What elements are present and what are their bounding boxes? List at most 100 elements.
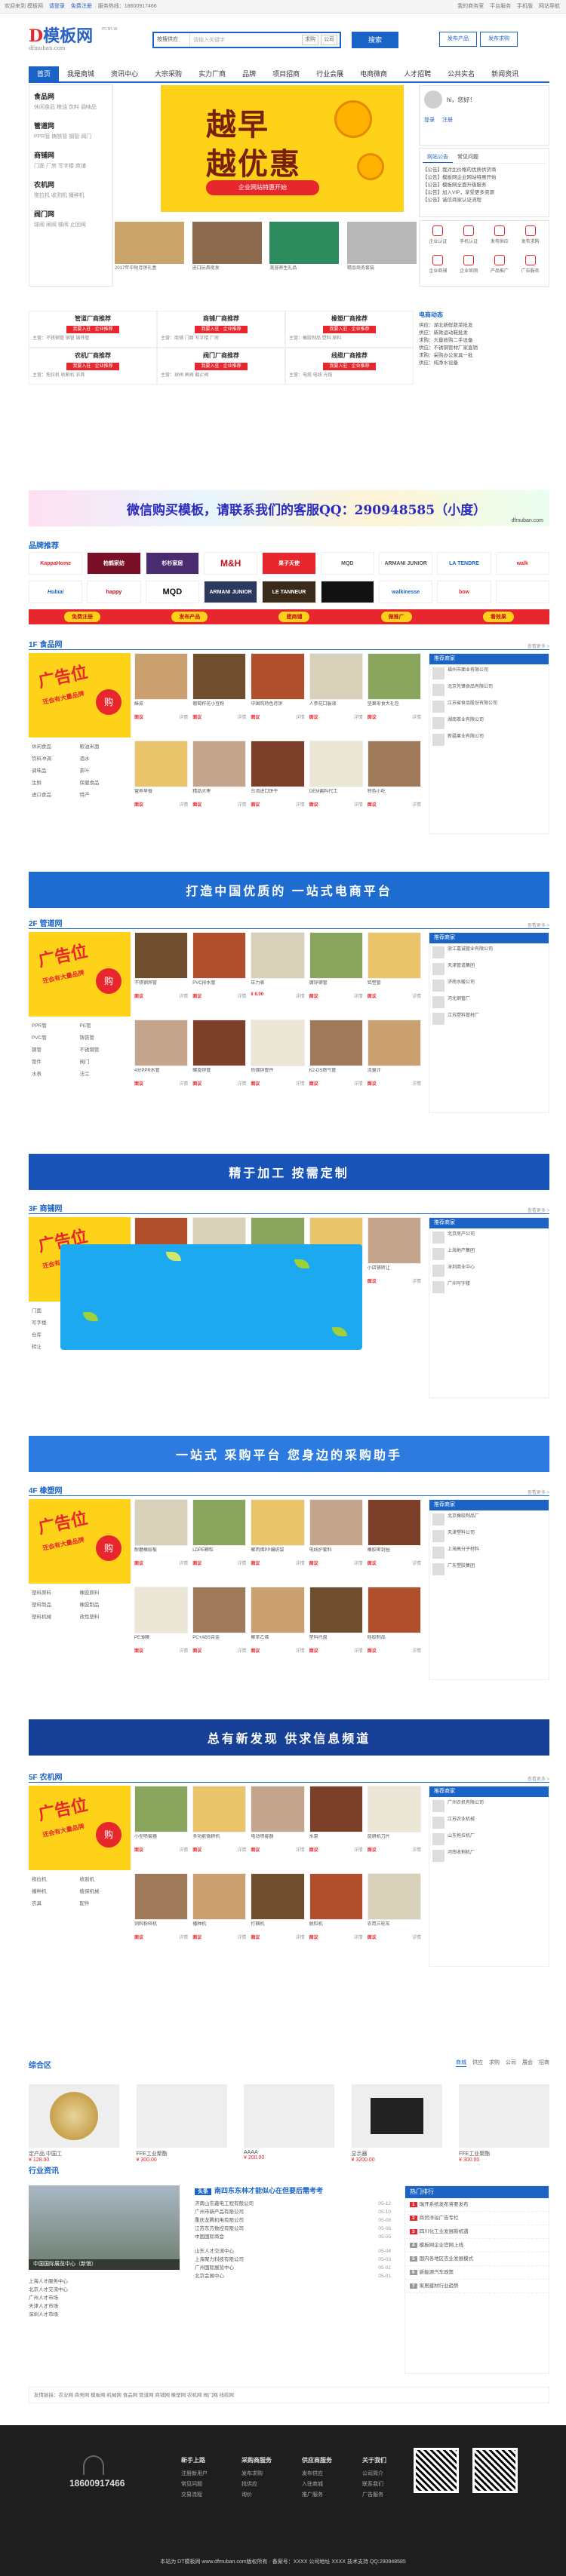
nav-item[interactable]: 品牌 <box>234 66 264 81</box>
floor-category[interactable]: 饮料冲调 <box>32 754 80 762</box>
product-card[interactable]: 镀锌钢管 面议 详情 <box>309 932 363 1015</box>
brand-logo[interactable]: LA TENDRE <box>437 552 491 575</box>
detail-link[interactable]: 详情 <box>354 1647 363 1654</box>
floor-category[interactable]: 播种机 <box>32 1887 80 1894</box>
product-card[interactable]: 硅胶制品 面议 详情 <box>367 1587 421 1670</box>
product-card[interactable]: 酥皮 面议 详情 <box>134 653 189 736</box>
service-item[interactable]: 发布供应 <box>486 225 514 252</box>
floor-category[interactable]: 配件 <box>80 1899 128 1906</box>
trade-news-item[interactable]: 供应：新款运动鞋批发 <box>419 330 549 337</box>
hot-item[interactable]: 1 瑞开系统发布将要发布 <box>405 2198 549 2212</box>
category-items[interactable]: 门面 厂房 写字楼 商铺 <box>34 163 108 170</box>
detail-link[interactable]: 详情 <box>354 992 363 999</box>
floor-category[interactable]: PE管 <box>80 1021 128 1029</box>
zonghe-item[interactable]: FFE工业聚酯 ¥ 300.00 <box>136 2084 227 2163</box>
more-link[interactable]: 查看更多 > <box>528 642 549 649</box>
zonghe-tab[interactable]: 展会 <box>522 2059 533 2067</box>
thumbnail-item[interactable]: 美容养生礼品 <box>269 222 340 279</box>
category-group[interactable]: 阀门网 球阀 闸阀 蝶阀 止回阀 <box>34 209 108 229</box>
news-link[interactable]: 广州人才市场 <box>29 2294 180 2302</box>
detail-link[interactable]: 详情 <box>412 1080 421 1087</box>
product-card[interactable]: 中国风特色月饼 面议 详情 <box>251 653 305 736</box>
floor-category[interactable]: 保健食品 <box>80 778 128 786</box>
product-card[interactable]: 不锈钢焊管 面议 详情 <box>134 932 189 1015</box>
product-card[interactable]: 打捆机 面议 详情 <box>251 1873 305 1956</box>
product-card[interactable]: 脱粒机 面议 详情 <box>309 1873 363 1956</box>
detail-link[interactable]: 详情 <box>412 713 421 720</box>
product-card[interactable]: 螺旋焊管 面议 详情 <box>192 1020 247 1102</box>
more-link[interactable]: 查看更多 > <box>528 922 549 928</box>
join-button[interactable]: 我要入驻 · 企业推荐 <box>195 363 248 370</box>
product-card[interactable]: 耐磨橡胶板 面议 详情 <box>134 1499 189 1582</box>
detail-link[interactable]: 详情 <box>412 1277 421 1284</box>
service-item[interactable]: 企业商铺 <box>424 255 452 281</box>
footer-link[interactable]: 注册新用户 <box>181 2469 241 2479</box>
brand-logo[interactable]: ARMANI JUNIOR <box>204 581 258 603</box>
floor-category[interactable]: 调味品 <box>32 766 80 774</box>
ad-strip[interactable]: 微信购买模板，请联系我们的客服QQ：290948585（小度） dfmuban.… <box>29 490 549 526</box>
topbar-link[interactable]: 网站导航 <box>539 4 560 9</box>
category-group[interactable]: 农机网 拖拉机 收割机 播种机 <box>34 179 108 200</box>
news-item[interactable]: 【公告】模板网全面升级服务 <box>423 182 546 189</box>
product-card[interactable]: 聚苯乙烯 面议 详情 <box>251 1587 305 1670</box>
product-card[interactable]: 电动喷雾器 面议 详情 <box>251 1786 305 1869</box>
category-group[interactable]: 商铺网 门面 厂房 写字楼 商铺 <box>34 150 108 170</box>
zonghe-tab[interactable]: 求购 <box>489 2059 500 2067</box>
product-card[interactable]: 压力表 ¥ 8.00 详情 <box>251 932 305 1015</box>
news-link[interactable]: 深圳人才市场 <box>29 2311 180 2319</box>
company-item[interactable]: 江苏塑料管材厂 <box>429 1010 549 1026</box>
brand-logo[interactable]: happy <box>87 581 141 603</box>
product-card[interactable]: PE薄膜 面议 详情 <box>134 1587 189 1670</box>
join-button[interactable]: 我要入驻 · 企业推荐 <box>66 363 119 370</box>
nav-item[interactable]: 首页 <box>29 66 60 81</box>
trade-news-item[interactable]: 供应：不锈钢管材厂家直销 <box>419 345 549 352</box>
company-item[interactable]: 江苏农业机械 <box>429 1814 549 1830</box>
company-item[interactable]: 天津管道集团 <box>429 960 549 977</box>
company-item[interactable]: 江苏省食品股份有限公司 <box>429 698 549 714</box>
news-link[interactable]: 北京人才交流中心 <box>29 2286 180 2294</box>
news-row[interactable]: 山东人才交流中心 05-04 <box>195 2247 391 2256</box>
news-row[interactable]: 济南山东鑫电工程有限公司 05-12 <box>195 2200 391 2208</box>
friend-links[interactable]: 友情链接：农业网 商务网 模板网 机械网 食品网 管道网 商铺网 橡塑网 农机网… <box>29 2387 549 2403</box>
ad-slot[interactable]: 广告位还会有大量品牌购 <box>29 1499 131 1584</box>
brand-logo[interactable]: 果子天使 <box>262 552 316 575</box>
company-item[interactable]: 济南水暖公司 <box>429 977 549 993</box>
join-button[interactable]: 我要入驻 · 企业推荐 <box>323 326 376 333</box>
detail-link[interactable]: 详情 <box>412 992 421 999</box>
news-item[interactable]: 【公告】诚信商家认证流程 <box>423 197 546 204</box>
brand-logo[interactable]: 杉杉家居 <box>145 552 199 575</box>
floor-category[interactable]: 进口食品 <box>32 790 80 798</box>
company-item[interactable]: 上海高分子材料 <box>429 1544 549 1560</box>
brand-logo[interactable] <box>320 581 374 603</box>
product-card[interactable]: 旋耕机刀片 面议 详情 <box>367 1786 421 1869</box>
floor-category[interactable]: 橡胶原料 <box>80 1588 128 1596</box>
search-category-select[interactable]: 按搜供应 <box>154 33 190 47</box>
trade-news-item[interactable]: 供应：湖北新鲜蔬菜批发 <box>419 322 549 330</box>
company-item[interactable]: 浙江嘉诚管业有限公司 <box>429 943 549 960</box>
product-card[interactable]: PVC排水管 面议 详情 <box>192 932 247 1015</box>
product-card[interactable]: 农用三轮车 面议 详情 <box>367 1873 421 1956</box>
product-card[interactable]: 橡胶密封圈 面议 详情 <box>367 1499 421 1582</box>
join-button[interactable]: 我要入驻 · 企业推荐 <box>195 326 248 333</box>
detail-link[interactable]: 详情 <box>237 801 246 808</box>
promo-step[interactable]: 看效果 <box>482 612 514 622</box>
category-group[interactable]: 食品网 休闲食品 粮油 饮料 调味品 <box>34 91 108 112</box>
product-card[interactable]: 电线护套料 面议 详情 <box>309 1499 363 1582</box>
service-item[interactable]: 产品推广 <box>486 255 514 281</box>
detail-link[interactable]: 详情 <box>412 1647 421 1654</box>
detail-link[interactable]: 详情 <box>296 1559 305 1566</box>
category-items[interactable]: 拖拉机 收割机 播种机 <box>34 192 108 200</box>
product-card[interactable]: 坚果零食大礼包 面议 详情 <box>367 653 421 736</box>
nav-item[interactable]: 实力厂商 <box>190 66 234 81</box>
company-item[interactable]: 上海地产集团 <box>429 1245 549 1262</box>
zonghe-tab[interactable]: 招商 <box>539 2059 549 2067</box>
product-card[interactable]: 葡萄籽花小豆粉 面议 详情 <box>192 653 247 736</box>
hot-item[interactable]: 7 家居建材行业趋势 <box>405 2280 549 2293</box>
footer-link[interactable]: 询价 <box>241 2490 302 2501</box>
nav-item[interactable]: 行业会展 <box>308 66 352 81</box>
detail-link[interactable]: 详情 <box>412 1934 421 1940</box>
company-item[interactable]: 广州农机有限公司 <box>429 1797 549 1814</box>
site-logo[interactable]: D模板网 dfmuban.com <box>29 23 93 51</box>
floor-category[interactable]: 水表 <box>32 1069 80 1077</box>
detail-link[interactable]: 详情 <box>237 1934 246 1940</box>
